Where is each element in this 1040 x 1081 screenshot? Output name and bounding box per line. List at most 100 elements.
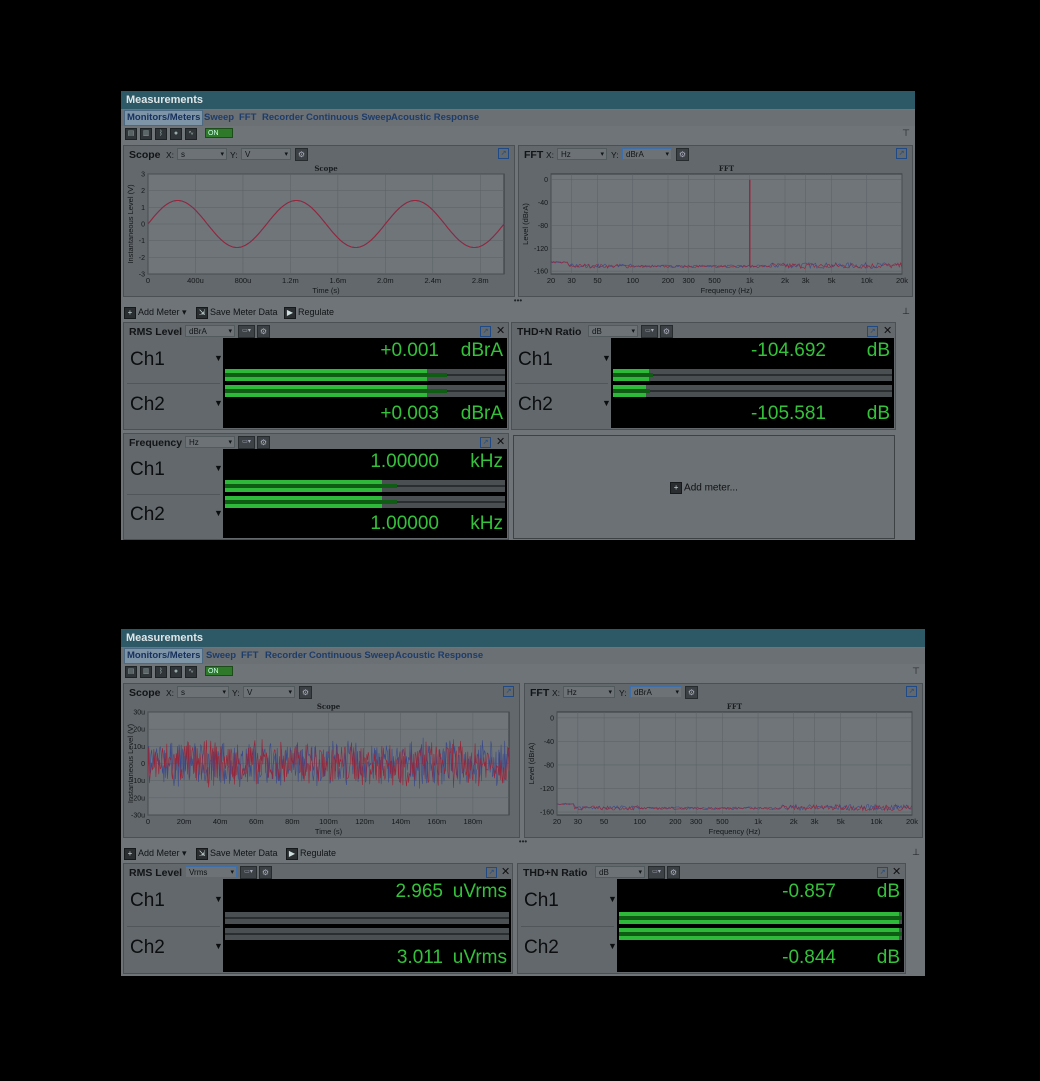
close-icon[interactable]: ✕ <box>496 324 505 337</box>
tab-recorder[interactable]: Recorder <box>260 111 306 125</box>
save-meter-data-button[interactable]: ⇲ Save Meter Data <box>196 847 278 860</box>
save-meter-data-button[interactable]: ⇲ Save Meter Data <box>196 306 278 319</box>
add-meter-button[interactable]: + Add Meter ▾ <box>124 306 187 319</box>
gear-icon[interactable]: ⚙ <box>257 436 270 449</box>
x-tick-label: 10k <box>870 817 882 826</box>
close-icon[interactable]: ✕ <box>501 865 510 878</box>
scope-monitor-icon[interactable]: ▤ <box>125 666 137 678</box>
x-tick-label: 1k <box>754 817 762 826</box>
meter-unit-select[interactable]: dB ▾ <box>595 866 645 878</box>
tab-sweep[interactable]: Sweep <box>202 111 236 125</box>
popout-icon[interactable]: ↗ <box>503 686 514 697</box>
format-icon[interactable]: ▭▾ <box>240 866 257 879</box>
tab-monitors-meters[interactable]: Monitors/Meters <box>124 110 204 126</box>
y-unit-select[interactable]: V ▾ <box>243 686 295 698</box>
tab-fft[interactable]: FFT <box>237 111 258 125</box>
bluetooth-icon[interactable]: ᛒ <box>155 666 167 678</box>
tab-fft[interactable]: FFT <box>239 649 260 663</box>
pin-icon[interactable]: ⊤ <box>902 128 910 139</box>
meter-value: +0.003 <box>380 403 439 424</box>
channel-dropdown-icon[interactable]: ▼ <box>602 398 611 408</box>
meter-unit-select[interactable]: dB ▾ <box>588 325 638 337</box>
popout-icon[interactable]: ↗ <box>480 326 491 337</box>
pin-icon[interactable]: ⊤ <box>912 666 920 677</box>
format-icon[interactable]: ▭▾ <box>238 325 255 338</box>
record-icon[interactable]: ● <box>170 128 182 140</box>
close-icon[interactable]: ✕ <box>883 324 892 337</box>
channel-dropdown-icon[interactable]: ▼ <box>214 398 223 408</box>
x-unit-select[interactable]: s ▾ <box>177 686 229 698</box>
tab-sweep[interactable]: Sweep <box>204 649 238 663</box>
gear-icon[interactable]: ⚙ <box>257 325 270 338</box>
popout-icon[interactable]: ↗ <box>498 148 509 159</box>
format-icon[interactable]: ▭▾ <box>238 436 255 449</box>
tab-recorder[interactable]: Recorder <box>263 649 309 663</box>
format-icon[interactable]: ▭▾ <box>648 866 665 879</box>
on-toggle[interactable]: ON <box>205 666 233 676</box>
close-icon[interactable]: ✕ <box>892 865 901 878</box>
popout-icon[interactable]: ↗ <box>867 326 878 337</box>
bluetooth-icon[interactable]: ᛒ <box>155 128 167 140</box>
pin-icon[interactable]: ⊥ <box>912 847 920 858</box>
channel-dropdown-icon[interactable]: ▼ <box>608 894 617 904</box>
channel-dropdown-icon[interactable]: ▼ <box>214 894 223 904</box>
close-icon[interactable]: ✕ <box>496 435 505 448</box>
y-axis-label: Level (dBrA) <box>521 203 530 245</box>
waveform-icon[interactable]: ∿ <box>185 128 197 140</box>
channel-label: Ch1 <box>518 348 553 370</box>
scope-monitor-icon[interactable]: ▤ <box>125 128 137 140</box>
x-unit-select[interactable]: Hz ▾ <box>563 686 615 698</box>
channel-dropdown-icon[interactable]: ▼ <box>214 508 223 518</box>
record-icon[interactable]: ● <box>170 666 182 678</box>
format-icon[interactable]: ▭▾ <box>641 325 658 338</box>
x-unit-select[interactable]: Hz ▾ <box>557 148 607 160</box>
level-monitor-icon[interactable]: ▥ <box>140 128 152 140</box>
gear-icon[interactable]: ⚙ <box>660 325 673 338</box>
popout-icon[interactable]: ↗ <box>896 148 907 159</box>
channel-divider <box>127 925 220 927</box>
meter-unit: uVrms <box>452 947 507 968</box>
tab-acoustic-response[interactable]: Acoustic Response <box>389 111 481 125</box>
y-unit-select[interactable]: dBrA ▾ <box>622 148 672 160</box>
channel-dropdown-icon[interactable]: ▼ <box>608 941 617 951</box>
channel-label: Ch1 <box>130 348 165 370</box>
gear-icon[interactable]: ⚙ <box>676 148 689 161</box>
meter-unit-select[interactable]: dBrA ▾ <box>185 325 235 337</box>
channel-dropdown-icon[interactable]: ▼ <box>214 353 223 363</box>
gear-icon[interactable]: ⚙ <box>685 686 698 699</box>
channel-divider <box>515 383 608 384</box>
y-tick-label: -80 <box>544 762 554 769</box>
tab-continuous-sweep[interactable]: Continuous Sweep <box>304 111 394 125</box>
y-unit-select[interactable]: V ▾ <box>241 148 291 160</box>
x-unit-select[interactable]: s ▾ <box>177 148 227 160</box>
popout-icon[interactable]: ↗ <box>486 867 497 878</box>
regulate-button[interactable]: ▶ Regulate <box>284 306 334 319</box>
channel-dropdown-icon[interactable]: ▼ <box>214 941 223 951</box>
popout-icon[interactable]: ↗ <box>480 437 491 448</box>
add-meter-button[interactable]: + Add Meter ▾ <box>124 847 187 860</box>
add-meter-placeholder[interactable]: + Add meter... <box>513 435 895 539</box>
channel-dropdown-icon[interactable]: ▼ <box>214 463 223 473</box>
tab-monitors-meters[interactable]: Monitors/Meters <box>124 648 204 664</box>
level-monitor-icon[interactable]: ▥ <box>140 666 152 678</box>
pin-icon[interactable]: ⊥ <box>902 306 910 317</box>
plus-icon: + <box>124 847 136 860</box>
popout-icon[interactable]: ↗ <box>877 867 888 878</box>
x-tick-label: 100 <box>633 817 646 826</box>
gear-icon[interactable]: ⚙ <box>667 866 680 879</box>
tab-continuous-sweep[interactable]: Continuous Sweep <box>307 649 397 663</box>
on-toggle[interactable]: ON <box>205 128 233 138</box>
popout-icon[interactable]: ↗ <box>906 686 917 697</box>
waveform-icon[interactable]: ∿ <box>185 666 197 678</box>
meter-unit-select[interactable]: Hz ▾ <box>185 436 235 448</box>
gear-icon[interactable]: ⚙ <box>299 686 312 699</box>
y-unit-select[interactable]: dBrA ▾ <box>630 686 682 698</box>
gear-icon[interactable]: ⚙ <box>295 148 308 161</box>
channel-dropdown-icon[interactable]: ▼ <box>602 353 611 363</box>
regulate-button[interactable]: ▶ Regulate <box>286 847 336 860</box>
meter-unit-select[interactable]: Vrms ▾ <box>185 866 237 878</box>
y-tick-label: -160 <box>540 810 554 817</box>
gear-icon[interactable]: ⚙ <box>259 866 272 879</box>
channel-label: Ch2 <box>518 393 553 415</box>
tab-acoustic-response[interactable]: Acoustic Response <box>393 649 485 663</box>
